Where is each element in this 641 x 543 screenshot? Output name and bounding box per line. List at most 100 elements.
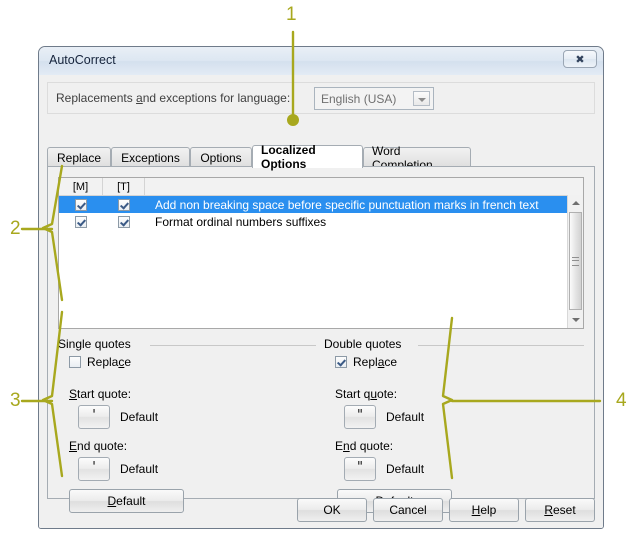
single-end-quote-label: End quote:: [69, 439, 127, 453]
dialog-footer: OK Cancel Help Reset: [39, 492, 603, 528]
scroll-up-button[interactable]: [568, 195, 583, 211]
autocorrect-dialog: AutoCorrect ✖ Replacements and exception…: [38, 46, 604, 529]
single-quotes-divider: [150, 345, 316, 346]
single-replace-row[interactable]: Replace: [69, 355, 131, 369]
single-start-quote-row: ' Default: [78, 405, 158, 429]
localized-options-panel: [M] [T] Add non breaking space before sp…: [47, 166, 595, 513]
chevron-down-icon: [418, 98, 426, 102]
table-row[interactable]: Format ordinal numbers suffixes: [59, 213, 583, 230]
double-end-label-post: d quote:: [349, 439, 394, 453]
single-end-label-post: nd quote:: [77, 439, 128, 453]
double-start-label-pre: Start q: [335, 387, 371, 401]
close-icon: ✖: [575, 52, 585, 66]
language-row: Replacements and exceptions for language…: [47, 82, 595, 114]
listbox-vertical-scrollbar[interactable]: [567, 195, 583, 328]
double-replace-row[interactable]: Replace: [335, 355, 397, 369]
double-replace-label-pre: Repl: [353, 355, 378, 369]
single-start-quote-label: Start quote:: [69, 387, 131, 401]
double-quotes-divider: [418, 345, 584, 346]
language-label-pre: Replacements: [56, 91, 137, 105]
column-header-description[interactable]: [145, 178, 568, 195]
tab-replace-label: Replace: [56, 150, 102, 165]
tab-exceptions-label: Exceptions: [121, 150, 180, 165]
double-start-quote-value: Default: [386, 410, 425, 424]
reset-post: eset: [552, 503, 576, 517]
double-replace-label: Replace: [353, 355, 397, 369]
tab-options-label: Options: [200, 150, 242, 165]
reset-button[interactable]: Reset: [525, 498, 595, 522]
row-t-checkbox[interactable]: [118, 198, 130, 211]
ok-label: OK: [323, 503, 341, 517]
double-start-label-post: ote:: [377, 387, 398, 401]
column-header-t[interactable]: [T]: [103, 178, 145, 195]
single-replace-label: Replace: [87, 355, 131, 369]
dialog-body: Replacements and exceptions for language…: [39, 75, 603, 528]
close-button[interactable]: ✖: [563, 50, 597, 68]
dialog-title: AutoCorrect: [49, 53, 116, 67]
double-replace-checkbox[interactable]: [335, 356, 347, 368]
tab-localized-options-label: Localized Options: [261, 143, 316, 171]
language-combobox-value: English (USA): [321, 92, 397, 106]
double-end-quote-label: End quote:: [335, 439, 393, 453]
row-label: Add non breaking space before specific p…: [155, 197, 539, 212]
row-t-checkbox[interactable]: [118, 215, 130, 228]
scrollbar-grip-icon: [572, 257, 579, 266]
cancel-button[interactable]: Cancel: [373, 498, 443, 522]
single-end-quote-row: ' Default: [78, 457, 158, 481]
annotation-number-1: 1: [286, 4, 297, 25]
double-end-label-accel: n: [343, 439, 350, 453]
single-start-quote-value: Default: [120, 410, 159, 424]
help-post: elp: [480, 503, 497, 517]
help-button[interactable]: Help: [449, 498, 519, 522]
double-end-quote-value: Default: [386, 462, 425, 476]
listbox-header: [M] [T]: [59, 178, 583, 196]
row-m-checkbox-cell: [59, 198, 103, 211]
single-replace-label-post: e: [124, 355, 132, 369]
help-accel: H: [471, 503, 481, 517]
tab-replace[interactable]: Replace: [47, 147, 111, 167]
double-start-quote-button[interactable]: ": [344, 405, 376, 429]
tab-localized-options[interactable]: Localized Options: [252, 143, 363, 171]
options-listbox[interactable]: [M] [T] Add non breaking space before sp…: [58, 177, 584, 329]
single-end-quote-button[interactable]: ': [78, 457, 110, 481]
single-start-label-accel: S: [69, 387, 78, 401]
tab-word-completion[interactable]: Word Completion: [363, 144, 471, 172]
double-quotes-title: Double quotes: [324, 337, 407, 351]
dialog-titlebar: AutoCorrect ✖: [39, 47, 603, 76]
language-label-accel: a: [136, 91, 143, 105]
language-combobox[interactable]: English (USA): [314, 87, 434, 110]
language-label-post: nd exceptions for language:: [142, 91, 291, 105]
annotation-number-4: 4: [616, 390, 627, 411]
row-m-checkbox[interactable]: [75, 215, 87, 228]
single-end-quote-value: Default: [120, 462, 159, 476]
single-replace-checkbox[interactable]: [69, 356, 81, 368]
scroll-down-arrow-icon: [571, 318, 580, 322]
scroll-down-button[interactable]: [568, 312, 583, 328]
listbox-rows: Add non breaking space before specific p…: [59, 196, 583, 230]
column-header-m[interactable]: [M]: [59, 178, 103, 195]
scrollbar-thumb[interactable]: [569, 212, 582, 310]
reset-accel: R: [544, 503, 553, 517]
row-m-checkbox[interactable]: [75, 198, 87, 211]
single-end-label-accel: E: [69, 439, 78, 453]
single-quotes-group: Single quotes Replace Start quote: ' Def…: [58, 337, 316, 513]
cancel-label: Cancel: [389, 503, 427, 517]
double-end-quote-row: " Default: [344, 457, 424, 481]
double-quotes-group: Double quotes Replace Start quote: " Def…: [324, 337, 584, 513]
row-m-checkbox-cell: [59, 215, 103, 228]
single-start-quote-button[interactable]: ': [78, 405, 110, 429]
double-start-quote-label: Start quote:: [335, 387, 397, 401]
double-end-label-pre: E: [335, 439, 344, 453]
tab-options[interactable]: Options: [190, 147, 252, 167]
double-replace-label-post: ce: [384, 355, 398, 369]
row-label: Format ordinal numbers suffixes: [155, 214, 327, 229]
ok-button[interactable]: OK: [297, 498, 367, 522]
language-dropdown-button[interactable]: [413, 91, 430, 106]
annotation-number-3: 3: [10, 390, 21, 411]
single-replace-label-pre: Repla: [87, 355, 119, 369]
table-row[interactable]: Add non breaking space before specific p…: [59, 196, 583, 213]
annotation-number-2: 2: [10, 218, 21, 239]
double-end-quote-button[interactable]: ": [344, 457, 376, 481]
scroll-up-arrow-icon: [571, 201, 580, 205]
tab-exceptions[interactable]: Exceptions: [111, 147, 190, 167]
